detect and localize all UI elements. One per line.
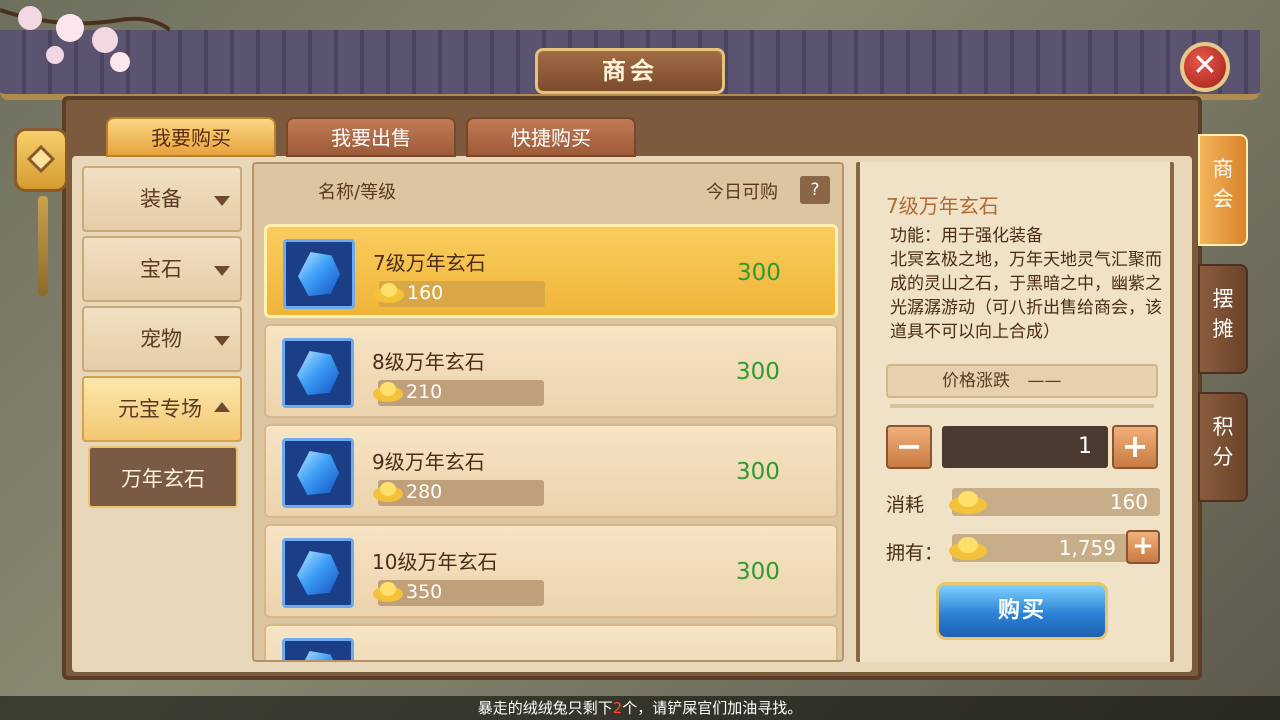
side-tab-label: 摆摊 (1212, 287, 1234, 341)
price-trend: 价格涨跌 —— (886, 364, 1158, 398)
chevron-up-icon (214, 402, 230, 412)
divider (890, 404, 1154, 408)
subcategory-wannian-xuanshi[interactable]: 万年玄石 (88, 446, 238, 508)
plum-blossom-decoration (0, 6, 170, 72)
trend-value: —— (1027, 371, 1062, 391)
detail-title: 7级万年玄石 (886, 194, 999, 218)
side-tab-shop[interactable]: 商会 (1198, 134, 1248, 246)
ticker-text-after: 个，请铲屎官们加油寻找。 (622, 699, 803, 717)
item-slot (282, 538, 354, 608)
side-tab-stall[interactable]: 摆摊 (1198, 264, 1248, 374)
blue-gem-icon (298, 252, 340, 296)
gold-ingot-icon (374, 283, 404, 303)
category-pets[interactable]: 宠物 (82, 306, 242, 372)
chevron-down-icon (214, 266, 230, 276)
gold-ingot-icon (949, 537, 987, 560)
item-list-panel: 名称/等级 今日可购 ? 7级万年玄石 160 300 8级万年玄石 210 3… (252, 162, 844, 662)
chevron-down-icon (214, 196, 230, 206)
list-item[interactable]: 8级万年玄石 210 300 (264, 324, 838, 418)
category-label: 宠物 (140, 327, 182, 351)
lantern-icon[interactable] (14, 128, 68, 192)
cost-label: 消耗 (886, 494, 925, 516)
header-name-level: 名称/等级 (318, 182, 397, 203)
item-detail-panel: 7级万年玄石 功能：用于强化装备 北冥玄极之地，万年天地灵气汇聚而成的灵山之石，… (856, 162, 1174, 662)
header-today-available: 今日可购 (706, 182, 778, 203)
category-gems[interactable]: 宝石 (82, 236, 242, 302)
announcement-ticker: 暴走的绒绒兔只剩下2个，请铲屎官们加油寻找。 (0, 696, 1280, 720)
category-yuanbao-special[interactable]: 元宝专场 (82, 376, 242, 442)
category-label: 装备 (140, 187, 182, 211)
gold-ingot-icon (373, 482, 403, 502)
quantity-input[interactable]: 1 (942, 426, 1108, 468)
item-price: 160 (407, 282, 444, 304)
item-available: 300 (736, 359, 780, 385)
blue-gem-icon (297, 451, 339, 495)
blue-gem-icon (297, 651, 339, 660)
quantity-minus-button[interactable]: − (886, 425, 932, 469)
tab-buy[interactable]: 我要购买 (106, 117, 276, 157)
gold-ingot-icon (373, 582, 403, 602)
category-label: 元宝专场 (118, 397, 202, 421)
list-item[interactable]: 7级万年玄石 160 300 (264, 224, 838, 318)
item-price: 350 (406, 581, 443, 603)
blue-gem-icon (297, 351, 339, 395)
help-button[interactable]: ? (800, 176, 830, 204)
chevron-down-icon (214, 336, 230, 346)
item-slot (283, 239, 355, 309)
item-available: 300 (737, 260, 781, 286)
list-item[interactable]: 9级万年玄石 280 300 (264, 424, 838, 518)
item-slot (282, 638, 354, 660)
list-item-partial[interactable] (264, 624, 838, 660)
item-price: 280 (406, 481, 443, 503)
buy-button[interactable]: 购买 (936, 582, 1108, 640)
side-tab-label: 商会 (1212, 157, 1234, 211)
side-tab-label: 积分 (1212, 415, 1234, 469)
side-tab-points[interactable]: 积分 (1198, 392, 1248, 502)
ticker-text-before: 暴走的绒绒兔只剩下 (477, 699, 613, 717)
detail-description: 功能：用于强化装备 北冥玄极之地，万年天地灵气汇聚而成的灵山之石，于黑暗之中，幽… (890, 226, 1162, 342)
ticker-highlight: 2 (612, 699, 623, 717)
item-available: 300 (736, 459, 780, 485)
trend-label: 价格涨跌 (942, 371, 1010, 391)
blue-gem-icon (297, 551, 339, 595)
gold-ingot-icon (373, 382, 403, 402)
list-item[interactable]: 10级万年玄石 350 300 (264, 524, 838, 618)
item-name: 9级万年玄石 (372, 450, 485, 474)
tassel-decoration (38, 196, 48, 296)
close-button[interactable]: ✕ (1180, 42, 1230, 92)
item-slot (282, 338, 354, 408)
tab-quick-buy[interactable]: 快捷购买 (466, 117, 636, 157)
category-equipment[interactable]: 装备 (82, 166, 242, 232)
item-available: 300 (736, 559, 780, 585)
item-name: 7级万年玄石 (373, 251, 486, 275)
category-label: 宝石 (140, 257, 182, 281)
list-header: 名称/等级 今日可购 ? (254, 164, 842, 216)
item-price: 210 (406, 381, 443, 403)
close-icon: ✕ (1192, 48, 1218, 83)
item-slot (282, 438, 354, 508)
item-name: 8级万年玄石 (372, 350, 485, 374)
owned-label: 拥有： (886, 542, 944, 564)
window-title: 商会 (535, 48, 725, 94)
add-currency-button[interactable]: + (1126, 530, 1160, 564)
quantity-plus-button[interactable]: + (1112, 425, 1158, 469)
tab-sell[interactable]: 我要出售 (286, 117, 456, 157)
item-name: 10级万年玄石 (372, 550, 498, 574)
gold-ingot-icon (949, 491, 987, 514)
